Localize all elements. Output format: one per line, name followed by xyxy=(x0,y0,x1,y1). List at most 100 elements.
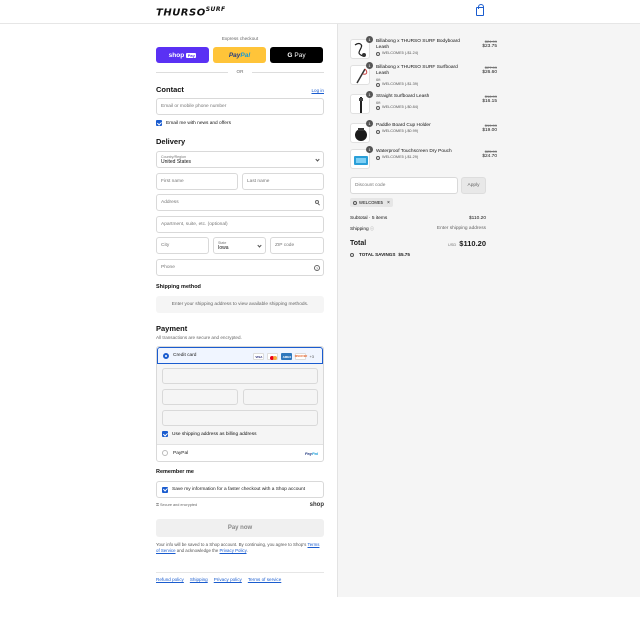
login-link[interactable]: Log in xyxy=(311,88,324,93)
chevron-down-icon xyxy=(257,243,262,248)
paypal-radio[interactable] xyxy=(162,450,168,456)
item-price: $16.15 xyxy=(482,99,497,104)
help-icon[interactable]: ? xyxy=(314,265,320,271)
quantity-badge: 1 xyxy=(366,120,373,127)
country-select[interactable]: Country/Region United States xyxy=(156,151,324,168)
phone-field[interactable]: Phone ? xyxy=(156,259,324,276)
contact-title: Contact xyxy=(156,85,184,94)
quantity-badge: 1 xyxy=(366,62,373,69)
card-form: Use shipping address as billing address xyxy=(157,364,323,444)
refund-policy-link[interactable]: Refund policy xyxy=(156,577,184,582)
product-name: Billabong x THURSO SURF Surfboard Leash xyxy=(376,65,458,76)
tag-icon xyxy=(376,105,380,110)
total-savings: TOTAL SAVINGS $5.75 xyxy=(350,252,410,257)
remember-me-title: Remember me xyxy=(156,469,194,475)
city-field[interactable]: City xyxy=(156,237,209,254)
cart-item: 1 Billabong x THURSO SURF Surfboard Leas… xyxy=(350,62,497,87)
cart-item: 1 Waterproof Touchscreen Dry Pouch WELCO… xyxy=(350,146,497,171)
chevron-down-icon xyxy=(315,157,320,162)
payment-title: Payment xyxy=(156,324,188,333)
shipping-method-title: Shipping method xyxy=(156,284,201,290)
footer-divider xyxy=(156,572,324,573)
address-field[interactable]: Address xyxy=(156,194,324,211)
tag-icon xyxy=(376,51,380,56)
discount-code-input[interactable]: Discount code xyxy=(350,177,458,194)
news-checkbox-row[interactable]: Email me with news and offers xyxy=(156,120,231,126)
item-price: $24.70 xyxy=(482,154,497,159)
legal-text: Your info will be saved to a Shop accoun… xyxy=(156,542,320,553)
or-divider: OR xyxy=(156,69,324,75)
first-name-field[interactable]: First name xyxy=(156,173,238,190)
item-discount: WELCOME5 (-$1.29) xyxy=(376,155,460,160)
search-icon xyxy=(315,200,319,204)
tag-icon xyxy=(376,129,380,134)
shop-pay-button[interactable]: shop Pay xyxy=(156,47,209,63)
name-on-card-field[interactable] xyxy=(162,410,318,426)
tag-icon xyxy=(376,82,380,87)
tag-icon xyxy=(350,252,354,257)
tag-icon xyxy=(353,200,357,205)
apply-button[interactable]: Apply xyxy=(461,177,486,194)
terms-of-service-link[interactable]: Terms of service xyxy=(248,577,281,582)
item-discount: WELCOME5 (-$1.24) xyxy=(376,51,460,56)
secure-note: ⚿ Secure and encrypted shop xyxy=(156,502,324,508)
applied-discount-chip: WELCOME5 × xyxy=(350,198,393,207)
security-code-field[interactable] xyxy=(243,389,318,405)
privacy-policy-link[interactable]: Privacy policy xyxy=(214,577,242,582)
shipping-method-message: Enter your shipping address to view avai… xyxy=(156,296,324,313)
cart-item: 1 Paddle Board Cup Holder WELCOME5 (-$0.… xyxy=(350,120,497,145)
help-icon: ⓘ xyxy=(370,226,375,231)
payment-subtitle: All transactions are secure and encrypte… xyxy=(156,335,242,340)
email-field[interactable]: Email or mobile phone number xyxy=(156,98,324,115)
shopping-bag-icon[interactable] xyxy=(476,4,484,16)
expiration-field[interactable] xyxy=(162,389,238,405)
credit-card-radio[interactable] xyxy=(163,352,169,359)
state-select[interactable]: State Iowa xyxy=(213,237,266,254)
item-price: $23.75 xyxy=(482,44,497,49)
pay-now-button[interactable]: Pay now xyxy=(156,519,324,537)
credit-card-option[interactable]: Credit card VISA AMEX DISCOVER +3 xyxy=(157,347,323,364)
billing-same-checkbox[interactable] xyxy=(162,431,168,437)
footer-links: Refund policy Shipping Privacy policy Te… xyxy=(156,577,281,582)
remove-discount-icon[interactable]: × xyxy=(387,200,390,206)
privacy-link[interactable]: Privacy Policy xyxy=(220,548,247,553)
quantity-badge: 1 xyxy=(366,36,373,43)
apartment-field[interactable]: Apartment, suite, etc. (optional) xyxy=(156,216,324,233)
paypal-option[interactable]: PayPal PayPal xyxy=(157,444,323,461)
shipping-link[interactable]: Shipping xyxy=(190,577,208,582)
card-number-field[interactable] xyxy=(162,368,318,384)
amex-icon: AMEX xyxy=(281,353,293,360)
quantity-badge: 1 xyxy=(366,146,373,153)
google-pay-button[interactable]: G Pay xyxy=(270,47,323,63)
item-discount: WELCOME5 (-$0.84) xyxy=(376,105,460,110)
mastercard-icon xyxy=(267,353,279,360)
total-row: Total USD $110.20 xyxy=(350,239,486,248)
more-cards-badge: +3 xyxy=(309,354,314,359)
billing-same-row[interactable]: Use shipping address as billing address xyxy=(162,431,257,437)
quantity-badge: 1 xyxy=(366,91,373,98)
shipping-row: Shipping ⓘ Enter shipping address xyxy=(350,226,486,232)
remember-me-box[interactable]: Save my information for a faster checkou… xyxy=(156,481,324,498)
item-discount: WELCOME5 (-$0.99) xyxy=(376,129,460,134)
payment-methods: Credit card VISA AMEX DISCOVER +3 Use sh… xyxy=(156,346,324,462)
tag-icon xyxy=(376,155,380,160)
remember-checkbox[interactable] xyxy=(162,486,168,493)
item-price: $19.00 xyxy=(482,128,497,133)
express-checkout-label: Express checkout xyxy=(221,36,259,41)
product-name: Billabong x THURSO SURF Bodyboard Leash xyxy=(376,39,460,50)
last-name-field[interactable]: Last name xyxy=(242,173,324,190)
header: THURSOSURF xyxy=(0,0,640,24)
logo[interactable]: THURSOSURF xyxy=(156,6,226,18)
news-checkbox[interactable] xyxy=(156,120,162,126)
zip-field[interactable]: ZIP code xyxy=(270,237,324,254)
subtotal-row: Subtotal · 5 items $110.20 xyxy=(350,216,486,221)
cart-item: 1 Billabong x THURSO SURF Bodyboard Leas… xyxy=(350,36,497,61)
item-price: $26.60 xyxy=(482,70,497,75)
discover-icon: DISCOVER xyxy=(294,353,308,360)
delivery-title: Delivery xyxy=(156,137,186,146)
paypal-button[interactable]: Pay Pal xyxy=(213,47,266,63)
cart-item: 1 Straight Surfboard Leash 6ft WELCOME5 … xyxy=(350,91,497,116)
item-discount: WELCOME5 (-$1.39) xyxy=(376,82,460,87)
order-summary: 1 Billabong x THURSO SURF Bodyboard Leas… xyxy=(337,24,640,597)
paypal-logo: PayPal xyxy=(304,451,318,456)
